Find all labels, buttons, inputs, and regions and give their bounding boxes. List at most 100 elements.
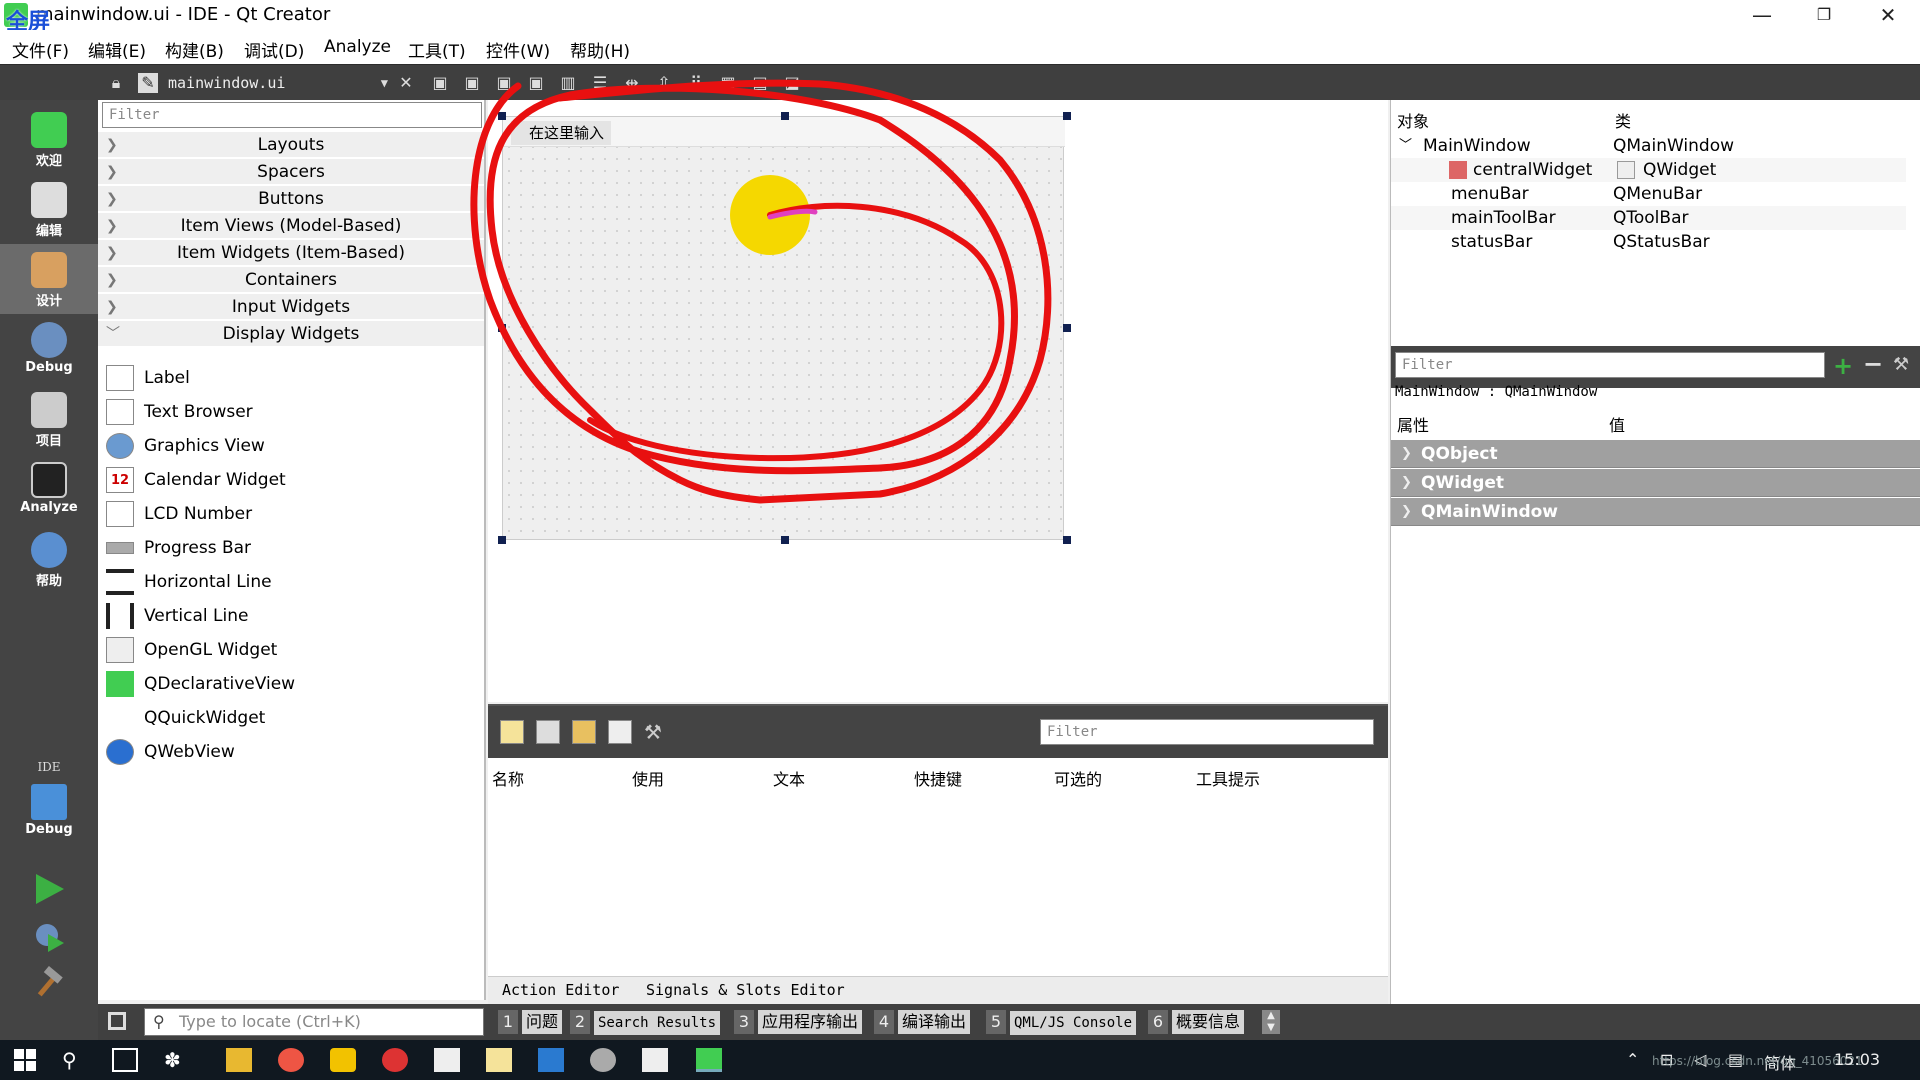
menu-build[interactable]: 构建(B) (165, 37, 224, 62)
adjust-size-icon[interactable]: ◪ (782, 73, 802, 93)
task-view-icon[interactable] (112, 1048, 138, 1072)
pane-general-messages[interactable]: 6 概要信息 (1148, 1010, 1245, 1034)
pane-menu-icon[interactable]: ▲ ▼ (1262, 1010, 1280, 1034)
header-class[interactable]: 类 (1615, 108, 1631, 132)
header-object[interactable]: 对象 (1397, 108, 1429, 132)
app-icon[interactable] (590, 1048, 616, 1072)
category-input-widgets[interactable]: ❯ Input Widgets (98, 294, 484, 320)
main-window-form[interactable]: 在这里输入 (502, 116, 1065, 540)
tab-signals-slots[interactable]: Signals & Slots Editor (646, 981, 845, 999)
mode-debug[interactable]: Debug (0, 314, 98, 384)
menu-edit[interactable]: 编辑(E) (88, 37, 146, 62)
category-buttons[interactable]: ❯ Buttons (98, 186, 484, 212)
mode-help[interactable]: 帮助 (0, 524, 98, 594)
edit-buddies-icon[interactable]: ▣ (494, 73, 514, 93)
menu-type-here[interactable]: 在这里输入 (511, 121, 611, 145)
new-action-icon[interactable] (500, 720, 524, 744)
app-icon[interactable] (382, 1048, 408, 1072)
plus-icon[interactable]: + (1833, 352, 1853, 380)
menu-debug[interactable]: 调试(D) (244, 37, 304, 62)
category-item-views[interactable]: ❯ Item Views (Model-Based) (98, 213, 484, 239)
mode-design[interactable]: 设计 (0, 244, 98, 314)
tree-row[interactable]: centralWidget QWidget (1391, 158, 1906, 182)
category-spacers[interactable]: ❯ Spacers (98, 159, 484, 185)
tree-row[interactable]: menuBar QMenuBar (1391, 182, 1906, 206)
chrome-icon[interactable] (278, 1048, 304, 1072)
layout-horizontal-splitter-icon[interactable]: ⇹ (622, 73, 642, 93)
delete-action-icon[interactable] (608, 720, 632, 744)
widget-opengl[interactable]: OpenGL Widget (106, 634, 277, 666)
mode-welcome[interactable]: 欢迎 (0, 104, 98, 174)
menu-file[interactable]: 文件(F) (12, 37, 69, 62)
mode-edit[interactable]: 编辑 (0, 174, 98, 244)
close-document-icon[interactable]: ✕ (396, 73, 416, 93)
widget-qdeclarativeview[interactable]: QDeclarativeView (106, 668, 295, 700)
category-item-widgets[interactable]: ❯ Item Widgets (Item-Based) (98, 240, 484, 266)
layout-form-icon[interactable]: ⠿ (686, 73, 706, 93)
mode-analyze[interactable]: Analyze (0, 454, 98, 524)
widget-filter-input[interactable]: Filter (102, 102, 482, 128)
widget-qwebview[interactable]: QWebView (106, 736, 235, 768)
column-used[interactable]: 使用 (632, 766, 664, 790)
group-qwidget[interactable]: ❯ QWidget (1391, 469, 1920, 497)
resize-handle[interactable] (498, 324, 506, 332)
tab-action-editor[interactable]: Action Editor (502, 981, 619, 999)
widget-text-browser[interactable]: Text Browser (106, 396, 253, 428)
notepad-icon[interactable] (486, 1048, 512, 1072)
resize-handle[interactable] (1063, 536, 1071, 544)
pane-qml-console[interactable]: 5 QML/JS Console (986, 1010, 1137, 1035)
resize-handle[interactable] (498, 536, 506, 544)
windows-start-icon[interactable] (12, 1048, 38, 1072)
pane-application-output[interactable]: 3 应用程序输出 (734, 1010, 863, 1034)
column-tooltip[interactable]: 工具提示 (1196, 766, 1260, 790)
locator-input[interactable]: ⚲ Type to locate (Ctrl+K) (144, 1008, 484, 1036)
hammer-icon[interactable] (32, 966, 66, 1000)
layout-horizontal-icon[interactable]: ▥ (558, 73, 578, 93)
resize-handle[interactable] (781, 536, 789, 544)
tree-row[interactable]: ﹀ MainWindow QMainWindow (1391, 134, 1906, 158)
wrench-icon[interactable]: ⚒ (1893, 354, 1909, 375)
toggle-sidebar-icon[interactable] (108, 1012, 126, 1030)
app-icon[interactable] (642, 1048, 668, 1072)
copy-action-icon[interactable] (536, 720, 560, 744)
resize-handle[interactable] (498, 112, 506, 120)
mode-projects[interactable]: 项目 (0, 384, 98, 454)
menu-tools[interactable]: 工具(T) (408, 37, 466, 62)
column-shortcut[interactable]: 快捷键 (914, 766, 962, 790)
pane-compile-output[interactable]: 4 编译输出 (874, 1010, 971, 1034)
restore-button[interactable]: ❐ (1792, 0, 1856, 30)
category-layouts[interactable]: ❯ Layouts (98, 132, 484, 158)
widget-progress-bar[interactable]: Progress Bar (106, 532, 251, 564)
edit-widgets-icon[interactable]: ▣ (430, 73, 450, 93)
action-filter-input[interactable]: Filter (1040, 719, 1374, 745)
qt-creator-taskbar-icon[interactable] (696, 1048, 722, 1072)
tree-row[interactable]: statusBar QStatusBar (1391, 230, 1906, 254)
resize-handle[interactable] (781, 112, 789, 120)
resize-handle[interactable] (1063, 324, 1071, 332)
kit-selector[interactable]: Debug (0, 776, 98, 846)
column-text[interactable]: 文本 (773, 766, 805, 790)
minimize-button[interactable]: — (1730, 0, 1794, 30)
edit-tab-order-icon[interactable]: ▣ (526, 73, 546, 93)
resize-handle[interactable] (1063, 112, 1071, 120)
layout-vertical-splitter-icon[interactable]: ⇳ (654, 73, 674, 93)
app-icon[interactable] (434, 1048, 460, 1072)
property-filter-input[interactable]: Filter (1395, 352, 1825, 378)
menu-analyze[interactable]: Analyze (324, 37, 391, 57)
widget-label[interactable]: Label (106, 362, 190, 394)
column-name[interactable]: 名称 (492, 766, 524, 790)
widget-calendar[interactable]: 12 Calendar Widget (106, 464, 286, 496)
open-documents-combo[interactable]: mainwindow.ui ▼ (168, 71, 388, 95)
column-checkable[interactable]: 可选的 (1054, 766, 1102, 790)
run-icon[interactable] (32, 872, 66, 906)
search-icon[interactable]: ⚲ (62, 1048, 88, 1072)
header-value[interactable]: 值 (1609, 412, 1625, 436)
category-containers[interactable]: ❯ Containers (98, 267, 484, 293)
wrench-icon[interactable]: ⚒ (644, 720, 668, 744)
category-display-widgets[interactable]: ﹀ Display Widgets (98, 321, 484, 347)
group-qobject[interactable]: ❯ QObject (1391, 440, 1920, 468)
widget-vertical-line[interactable]: Vertical Line (106, 600, 248, 632)
widget-lcd-number[interactable]: LCD Number (106, 498, 252, 530)
break-layout-icon[interactable]: ▤ (750, 73, 770, 93)
chevron-up-icon[interactable]: ⌃ (1626, 1050, 1639, 1069)
